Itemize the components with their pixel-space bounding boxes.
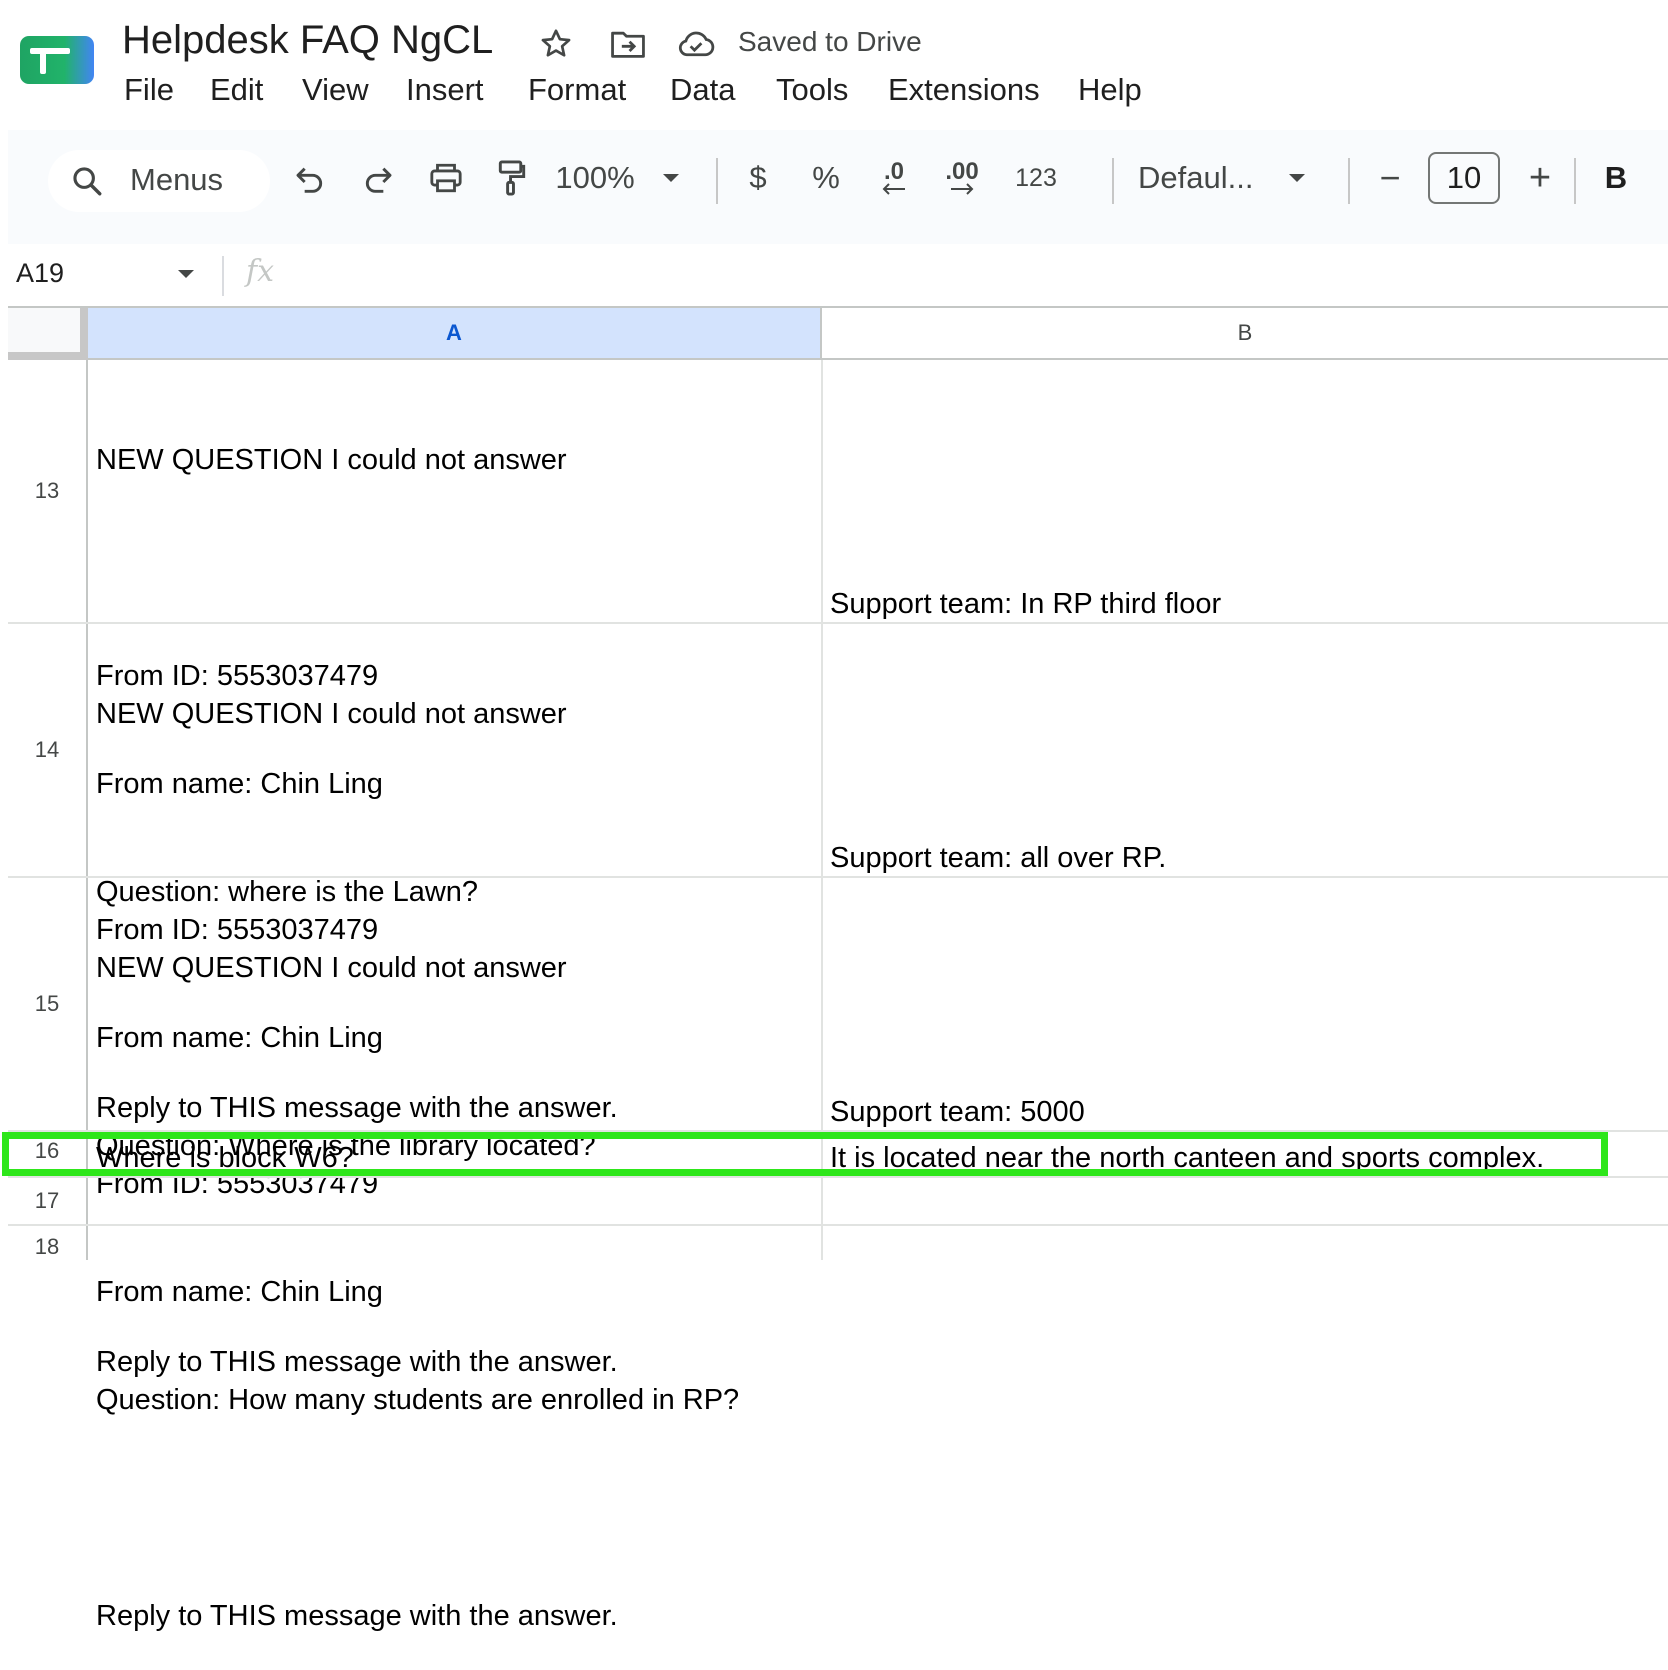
menu-search[interactable]: Menus	[48, 150, 270, 212]
sheets-logo[interactable]	[20, 30, 96, 86]
menu-data[interactable]: Data	[666, 72, 739, 108]
cloud-saved-icon[interactable]	[676, 24, 716, 64]
undo-icon[interactable]	[288, 156, 332, 200]
row-12-partial	[88, 360, 1668, 366]
menu-format[interactable]: Format	[524, 72, 630, 108]
increase-decimal-button[interactable]: .00	[934, 156, 990, 200]
menu-insert[interactable]: Insert	[402, 72, 488, 108]
decrease-font-size-button[interactable]: −	[1370, 156, 1410, 200]
decrease-decimal-label: .0	[883, 158, 904, 185]
move-folder-icon[interactable]	[608, 24, 648, 64]
row-header[interactable]: 18	[8, 1226, 88, 1260]
menu-tools[interactable]: Tools	[772, 72, 852, 108]
cell-b13[interactable]: Support team: In RP third floor	[830, 586, 1221, 622]
row-header[interactable]: 13	[8, 360, 88, 622]
font-size-input[interactable]: 10	[1428, 152, 1500, 204]
plus-icon: +	[1528, 156, 1552, 199]
cell-b15[interactable]: Support team: 5000	[830, 1094, 1085, 1130]
increase-font-size-button[interactable]: +	[1520, 156, 1560, 200]
increase-decimal-label: .00	[945, 158, 979, 185]
bold-icon: B	[1604, 160, 1628, 195]
fx-icon: fx	[246, 254, 275, 289]
cell-line: NEW QUESTION I could not answer	[96, 698, 567, 730]
print-icon[interactable]	[424, 156, 468, 200]
save-status: Saved to Drive	[738, 26, 922, 57]
row-header[interactable]: 14	[8, 624, 88, 876]
percent-format-button[interactable]: %	[804, 156, 848, 200]
minus-icon: −	[1379, 157, 1401, 198]
zoom-select[interactable]: 100%	[538, 156, 698, 200]
arrow-right-icon	[951, 183, 974, 195]
column-header-b[interactable]: B	[822, 308, 1668, 360]
cell-line: NEW QUESTION I could not answer	[96, 444, 567, 476]
paint-format-icon[interactable]	[492, 156, 532, 200]
name-box[interactable]: A19	[16, 258, 64, 289]
cell-a15[interactable]: NEW QUESTION I could not answer From ID:…	[96, 878, 739, 1670]
column-header-a[interactable]: A	[88, 308, 822, 360]
font-name: Defaul...	[1138, 160, 1254, 195]
currency-symbol: $	[749, 160, 767, 195]
zoom-value: 100%	[555, 160, 635, 195]
menu-help[interactable]: Help	[1074, 72, 1146, 108]
chevron-down-icon[interactable]	[176, 268, 196, 280]
menu-edit[interactable]: Edit	[206, 72, 267, 108]
cell-line: Reply to THIS message with the answer.	[96, 1600, 618, 1632]
star-icon[interactable]	[536, 24, 576, 64]
toolbar: Menus 100% $ % .0 .00 123 Defaul... − 10	[8, 130, 1668, 244]
chevron-down-icon	[1289, 174, 1306, 182]
document-title[interactable]: Helpdesk FAQ NgCL	[122, 18, 493, 63]
cell-line	[96, 804, 618, 840]
menu-file[interactable]: File	[120, 72, 178, 108]
chevron-down-icon	[662, 174, 679, 182]
cell-line	[96, 1490, 739, 1526]
cell-line: From name: Chin Ling	[96, 1276, 383, 1308]
bold-button[interactable]: B	[1594, 156, 1638, 200]
row-header[interactable]: 15	[8, 878, 88, 1130]
cell-line: NEW QUESTION I could not answer	[96, 952, 567, 984]
cell-line	[96, 1058, 739, 1094]
more-formats-button[interactable]: 123	[1006, 156, 1066, 200]
search-label: Menus	[130, 162, 224, 197]
redo-icon[interactable]	[356, 156, 400, 200]
row-highlight-box	[2, 1132, 1608, 1176]
row-header[interactable]: 17	[8, 1178, 88, 1224]
cell-line: Question: How many students are enrolled…	[96, 1384, 740, 1416]
font-select[interactable]: Defaul...	[1138, 156, 1338, 200]
menu-extensions[interactable]: Extensions	[884, 72, 1044, 108]
percent-symbol: %	[812, 160, 840, 195]
formula-input[interactable]	[300, 252, 1660, 296]
menu-view[interactable]: View	[298, 72, 373, 108]
search-icon	[70, 164, 104, 203]
cell-line	[96, 550, 618, 586]
number-format-label: 123	[1015, 163, 1057, 192]
decrease-decimal-button[interactable]: .0	[866, 156, 922, 200]
arrow-left-icon	[882, 183, 905, 195]
cell-b14[interactable]: Support team: all over RP.	[830, 840, 1166, 876]
currency-format-button[interactable]: $	[736, 156, 780, 200]
